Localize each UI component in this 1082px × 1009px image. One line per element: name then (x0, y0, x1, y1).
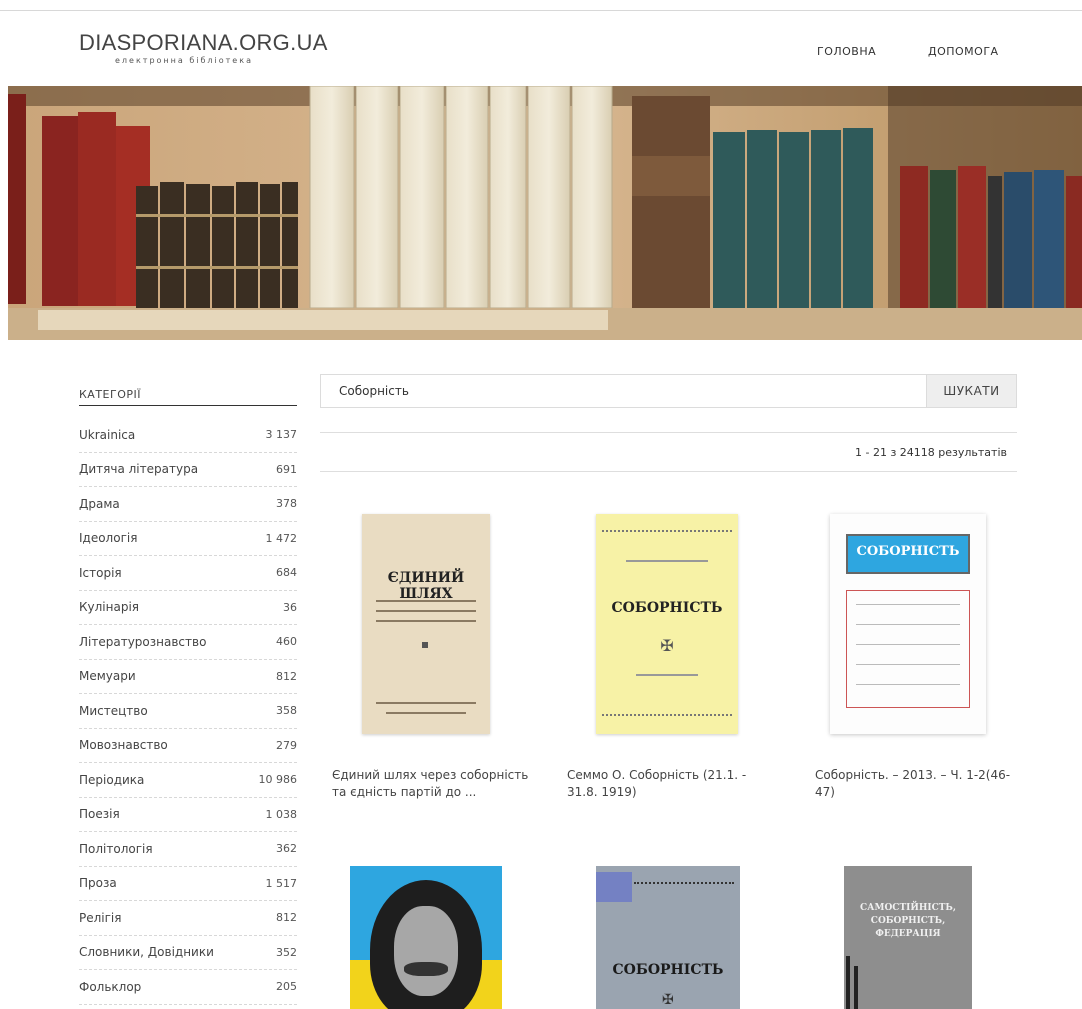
category-item[interactable]: Політологія 362 (79, 832, 297, 867)
book-cover[interactable]: СОБОРНІСТЬ ✠ (596, 866, 740, 1009)
category-list: Ukrainica 3 137 Дитяча література 691 Драм… (79, 418, 297, 1005)
category-item[interactable]: Періодика 10 986 (79, 763, 297, 798)
cover-title: ЄДИНИЙ ШЛЯХ (387, 570, 465, 602)
category-count: 10 986 (258, 773, 298, 787)
category-count: 3 137 (265, 428, 298, 442)
category-item[interactable]: Літературознавство 460 (79, 625, 297, 660)
category-count: 205 (276, 980, 297, 994)
category-label: Драма (79, 496, 120, 511)
category-label: Проза (79, 876, 117, 891)
book-title-link[interactable]: Єдиний шлях через соборність та єдність … (332, 767, 542, 801)
hero-bookshelf-banner (8, 86, 1082, 340)
categories-title: КАТЕГОРІЇ (79, 388, 141, 401)
category-count: 36 (283, 600, 297, 614)
category-count: 684 (276, 566, 297, 580)
category-count: 358 (276, 704, 297, 718)
results-count: 1 - 21 з 24118 результатів (854, 446, 1007, 459)
category-item[interactable]: Ukrainica 3 137 (79, 418, 297, 453)
category-item[interactable]: Фольклор 205 (79, 970, 297, 1005)
category-item[interactable]: Драма 378 (79, 487, 297, 522)
category-count: 1 517 (265, 876, 298, 890)
book-title-link[interactable]: Семмо О. Соборність (21.1. - 31.8. 1919) (567, 767, 777, 801)
book-cover[interactable]: ЄДИНИЙ ШЛЯХ (362, 514, 490, 734)
book-title-link[interactable]: Соборність. – 2013. – Ч. 1-2(46-47) (815, 767, 1025, 801)
category-count: 812 (276, 669, 297, 683)
category-label: Мовознавство (79, 738, 168, 753)
category-label: Ukrainica (79, 427, 136, 442)
category-count: 352 (276, 945, 297, 959)
category-count: 1 038 (265, 807, 298, 821)
category-label: Літературознавство (79, 634, 207, 649)
top-divider (0, 10, 1082, 11)
category-label: Кулінарія (79, 600, 139, 615)
category-item[interactable]: Мистецтво 358 (79, 694, 297, 729)
category-label: Словники, Довідники (79, 945, 214, 960)
cover-title: САМОСТІЙНІСТЬ, СОБОРНІСТЬ, ФЕДЕРАЦІЯ (859, 903, 956, 939)
category-label: Фольклор (79, 979, 142, 994)
category-count: 1 472 (265, 531, 298, 545)
category-label: Мистецтво (79, 703, 148, 718)
category-label: Періодика (79, 772, 145, 787)
site-logo-title[interactable]: DIASPORIANA.ORG.UA (79, 30, 328, 56)
category-label: Дитяча література (79, 462, 199, 477)
categories-divider (79, 405, 297, 406)
category-item[interactable]: Мемуари 812 (79, 660, 297, 694)
cover-title: СОБОРНІСТЬ (856, 544, 960, 559)
category-count: 460 (276, 635, 297, 649)
results-divider-bottom (320, 471, 1017, 472)
cover-title: СОБОРНІСТЬ (611, 600, 723, 616)
category-item[interactable]: Поезія 1 038 (79, 798, 298, 832)
search-bar: ШУКАТИ (320, 374, 1017, 408)
nav-help-link[interactable]: ДОПОМОГА (928, 45, 999, 58)
nav-home-link[interactable]: ГОЛОВНА (817, 45, 876, 58)
category-count: 362 (276, 842, 297, 856)
book-cover[interactable] (350, 866, 502, 1009)
category-item[interactable]: Проза 1 517 (79, 867, 298, 901)
category-item[interactable]: Історія 684 (79, 556, 297, 591)
site-logo-subtitle: електронна бібліотека (115, 56, 253, 65)
book-cover[interactable]: СОБОРНІСТЬ (830, 514, 986, 734)
category-label: Релігія (79, 910, 122, 925)
category-count: 691 (276, 462, 297, 476)
book-cover[interactable]: СОБОРНІСТЬ ✠ (596, 514, 738, 734)
category-label: Політологія (79, 841, 153, 856)
category-item[interactable]: Мовознавство 279 (79, 729, 297, 763)
search-button[interactable]: ШУКАТИ (926, 375, 1016, 407)
category-item[interactable]: Релігія 812 (79, 901, 297, 936)
category-item[interactable]: Кулінарія 36 (79, 591, 297, 625)
category-count: 812 (276, 911, 297, 925)
category-label: Історія (79, 565, 122, 580)
book-cover[interactable]: САМОСТІЙНІСТЬ, СОБОРНІСТЬ, ФЕДЕРАЦІЯ (844, 866, 972, 1009)
category-count: 279 (276, 738, 297, 752)
search-input[interactable] (321, 375, 927, 407)
category-label: Поезія (79, 807, 120, 822)
category-label: Мемуари (79, 669, 136, 684)
category-count: 378 (276, 497, 297, 511)
category-label: Ідеологія (79, 531, 138, 546)
cover-title: СОБОРНІСТЬ (612, 962, 724, 978)
category-item[interactable]: Словники, Довідники 352 (79, 936, 297, 970)
category-item[interactable]: Дитяча література 691 (79, 453, 297, 487)
results-divider-top (320, 432, 1017, 433)
category-item[interactable]: Ідеологія 1 472 (79, 522, 298, 556)
